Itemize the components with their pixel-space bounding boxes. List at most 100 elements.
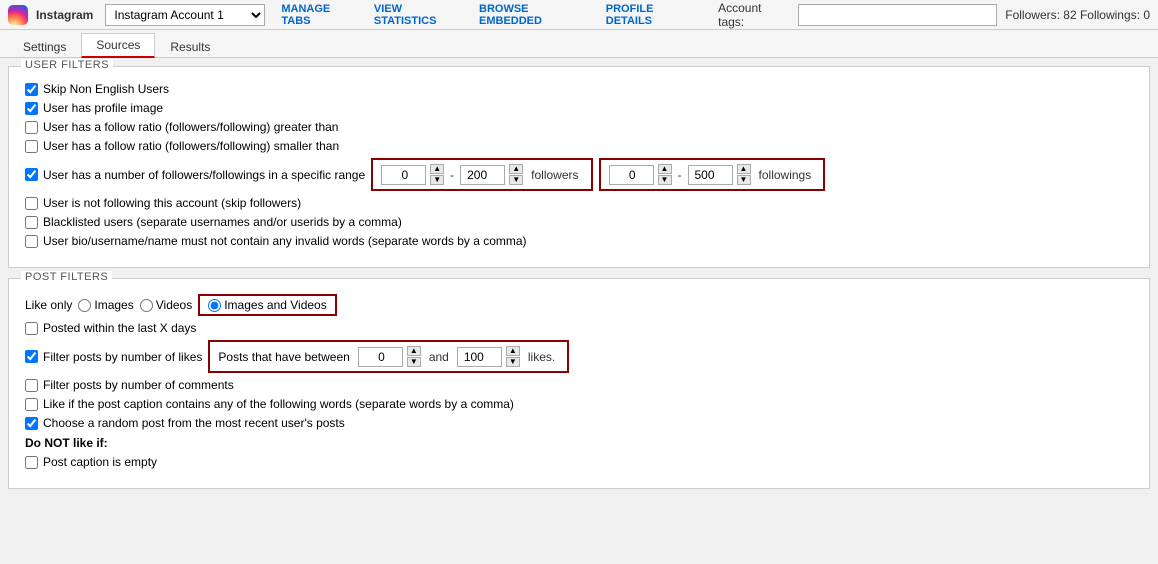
skip-non-english-checkbox[interactable] (25, 83, 38, 96)
followings-from-up[interactable]: ▲ (658, 164, 672, 174)
radio-images-videos-label[interactable]: Images and Videos (208, 298, 327, 312)
like-if-caption-text: Like if the post caption contains any of… (43, 397, 514, 411)
likes-to-down[interactable]: ▼ (506, 357, 520, 367)
followers-to-input[interactable] (460, 165, 505, 185)
like-if-caption-label[interactable]: Like if the post caption contains any of… (25, 397, 514, 411)
followings-from-down[interactable]: ▼ (658, 175, 672, 185)
followers-from-down[interactable]: ▼ (430, 175, 444, 185)
app-name: Instagram (36, 8, 93, 22)
filter-by-comments-checkbox[interactable] (25, 379, 38, 392)
followers-range-label[interactable]: User has a number of followers/following… (25, 168, 365, 182)
bio-words-row: User bio/username/name must not contain … (25, 234, 1133, 248)
radio-images-videos-text: Images and Videos (224, 298, 327, 312)
followers-to-up[interactable]: ▲ (509, 164, 523, 174)
has-profile-image-text: User has profile image (43, 101, 163, 115)
followers-from-up[interactable]: ▲ (430, 164, 444, 174)
random-post-checkbox[interactable] (25, 417, 38, 430)
profile-details-link[interactable]: PROFILE DETAILS (606, 3, 702, 27)
filter-by-comments-label[interactable]: Filter posts by number of comments (25, 378, 234, 392)
not-following-label[interactable]: User is not following this account (skip… (25, 196, 301, 210)
like-only-label: Like only (25, 298, 72, 312)
blacklisted-text: Blacklisted users (separate usernames an… (43, 215, 402, 229)
likes-from-input[interactable] (358, 347, 403, 367)
followers-spin-group: ▲ ▼ - ▲ ▼ followers (371, 158, 592, 191)
followers-range-checkbox[interactable] (25, 168, 38, 181)
has-profile-image-checkbox[interactable] (25, 102, 38, 115)
followings-label: followings (759, 168, 812, 182)
and-label: and (429, 350, 449, 364)
followers-label: followers (531, 168, 578, 182)
filter-by-likes-text: Filter posts by number of likes (43, 350, 202, 364)
like-if-caption-checkbox[interactable] (25, 398, 38, 411)
followings-to-arrows: ▲ ▼ (737, 164, 751, 185)
not-following-checkbox[interactable] (25, 197, 38, 210)
account-dropdown[interactable]: Instagram Account 1 (105, 4, 265, 26)
likes-to-input[interactable] (457, 347, 502, 367)
posted-within-text: Posted within the last X days (43, 321, 196, 335)
posted-within-label[interactable]: Posted within the last X days (25, 321, 196, 335)
followings-to-down[interactable]: ▼ (737, 175, 751, 185)
likes-label: likes. (528, 350, 555, 364)
bio-words-label[interactable]: User bio/username/name must not contain … (25, 234, 527, 248)
radio-videos-label[interactable]: Videos (140, 298, 192, 312)
likes-from-up[interactable]: ▲ (407, 346, 421, 356)
followers-dash: - (450, 168, 454, 182)
follow-ratio-smaller-text: User has a follow ratio (followers/follo… (43, 139, 339, 153)
posted-within-checkbox[interactable] (25, 322, 38, 335)
skip-non-english-label[interactable]: Skip Non English Users (25, 82, 169, 96)
tabs-row: Settings Sources Results (0, 30, 1158, 58)
random-post-label[interactable]: Choose a random post from the most recen… (25, 416, 345, 430)
radio-images-videos-highlighted: Images and Videos (198, 294, 337, 316)
tab-results[interactable]: Results (155, 35, 225, 58)
post-caption-empty-text: Post caption is empty (43, 455, 157, 469)
followings-to-input[interactable] (688, 165, 733, 185)
likes-from-down[interactable]: ▼ (407, 357, 421, 367)
like-only-row: Like only Images Videos Images and Video… (25, 294, 1133, 316)
do-not-like-heading: Do NOT like if: (25, 436, 1133, 450)
followers-from-arrows: ▲ ▼ (430, 164, 444, 185)
follow-ratio-smaller-row: User has a follow ratio (followers/follo… (25, 139, 1133, 153)
view-statistics-link[interactable]: VIEW STATISTICS (374, 3, 467, 27)
manage-tabs-link[interactable]: MANAGE TABS (281, 3, 362, 27)
followers-from-input[interactable] (381, 165, 426, 185)
between-label: Posts that have between (218, 350, 349, 364)
followers-to-arrows: ▲ ▼ (509, 164, 523, 185)
user-filters-title: USER FILTERS (21, 59, 113, 71)
filter-by-likes-label[interactable]: Filter posts by number of likes (25, 350, 202, 364)
has-profile-image-label[interactable]: User has profile image (25, 101, 163, 115)
likes-from-arrows: ▲ ▼ (407, 346, 421, 367)
followings-dash: - (678, 168, 682, 182)
follow-ratio-smaller-label[interactable]: User has a follow ratio (followers/follo… (25, 139, 339, 153)
blacklisted-checkbox[interactable] (25, 216, 38, 229)
account-tags-input[interactable] (798, 4, 997, 26)
post-caption-empty-checkbox[interactable] (25, 456, 38, 469)
account-select-group: Instagram Account 1 (105, 4, 265, 26)
followers-to-down[interactable]: ▼ (509, 175, 523, 185)
followers-range-row: User has a number of followers/following… (25, 158, 1133, 191)
radio-videos-text: Videos (156, 298, 192, 312)
filter-by-likes-checkbox[interactable] (25, 350, 38, 363)
follow-ratio-greater-checkbox[interactable] (25, 121, 38, 134)
top-bar: Instagram Instagram Account 1 MANAGE TAB… (0, 0, 1158, 30)
tab-sources[interactable]: Sources (81, 33, 155, 58)
post-caption-empty-label[interactable]: Post caption is empty (25, 455, 157, 469)
followings-to-up[interactable]: ▲ (737, 164, 751, 174)
radio-images-videos[interactable] (208, 299, 221, 312)
likes-to-up[interactable]: ▲ (506, 346, 520, 356)
radio-images-text: Images (94, 298, 133, 312)
radio-images[interactable] (78, 299, 91, 312)
skip-non-english-row: Skip Non English Users (25, 82, 1133, 96)
follow-ratio-greater-label[interactable]: User has a follow ratio (followers/follo… (25, 120, 338, 134)
radio-videos[interactable] (140, 299, 153, 312)
nav-links: MANAGE TABS VIEW STATISTICS BROWSE EMBED… (281, 3, 702, 27)
followings-from-arrows: ▲ ▼ (658, 164, 672, 185)
blacklisted-label[interactable]: Blacklisted users (separate usernames an… (25, 215, 402, 229)
user-filters-section: USER FILTERS Skip Non English Users User… (8, 66, 1150, 268)
post-caption-empty-row: Post caption is empty (25, 455, 1133, 469)
tab-settings[interactable]: Settings (8, 35, 81, 58)
followings-from-input[interactable] (609, 165, 654, 185)
follow-ratio-smaller-checkbox[interactable] (25, 140, 38, 153)
bio-words-checkbox[interactable] (25, 235, 38, 248)
browse-embedded-link[interactable]: BROWSE EMBEDDED (479, 3, 594, 27)
radio-images-label[interactable]: Images (78, 298, 133, 312)
